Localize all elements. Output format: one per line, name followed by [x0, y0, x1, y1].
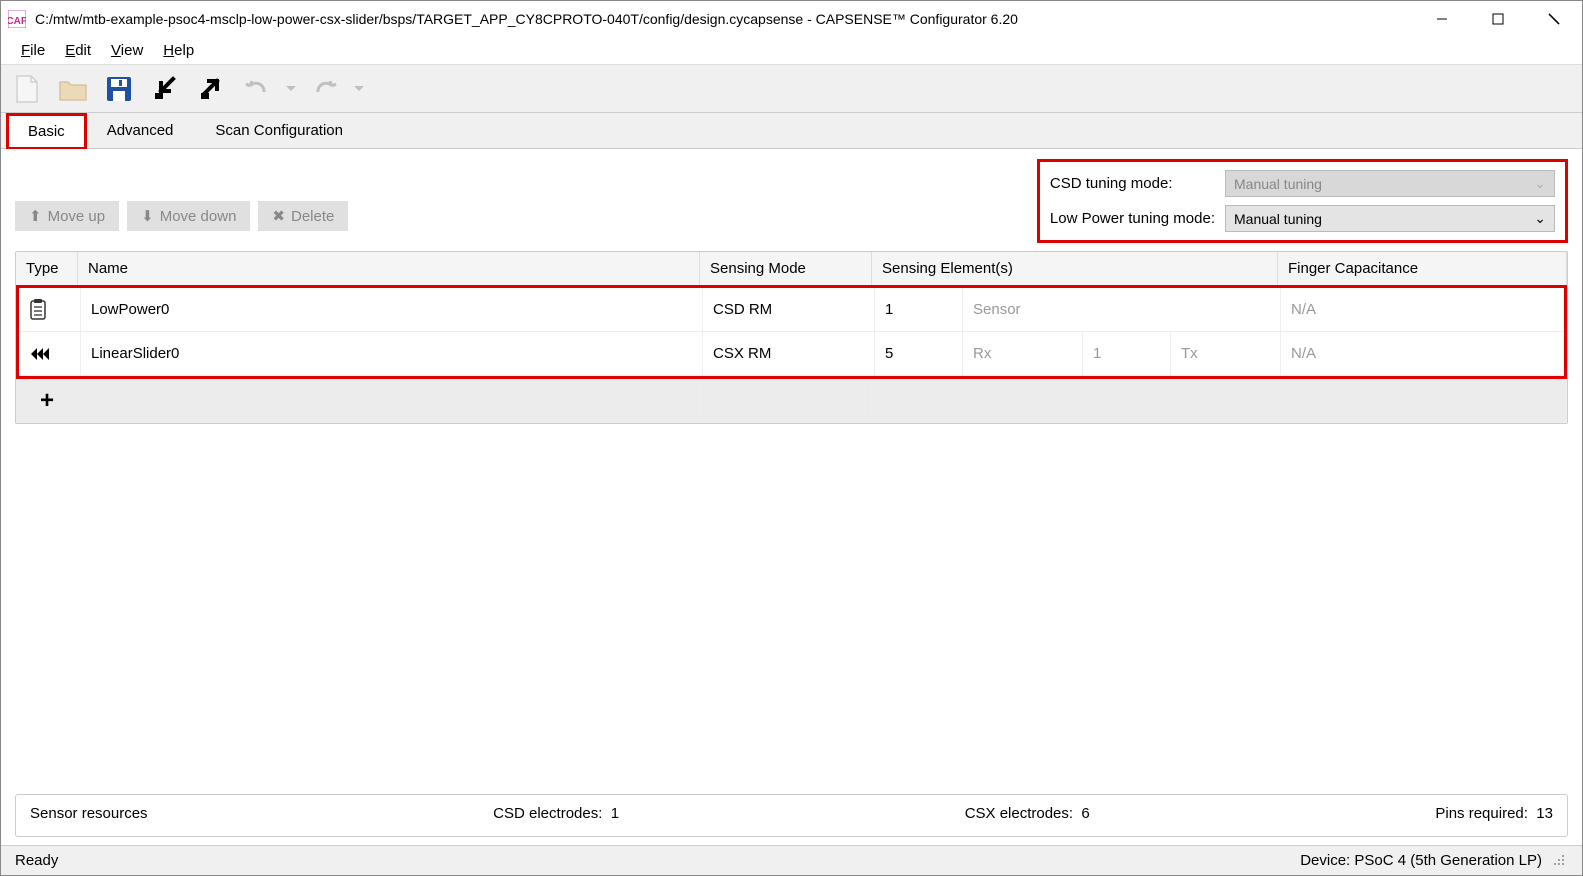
element-tx-label-cell: Tx — [1171, 332, 1281, 375]
sensing-mode-cell[interactable]: CSX RM — [703, 332, 875, 375]
element-rx-count-cell[interactable]: 5 — [875, 332, 963, 375]
delete-label: Delete — [291, 208, 334, 225]
table-row[interactable]: LinearSlider0 CSX RM 5 Rx 1 Tx N/A — [19, 332, 1564, 376]
minimize-button[interactable] — [1414, 1, 1470, 37]
chevron-down-icon: ⌄ — [1534, 175, 1546, 192]
widget-name-cell[interactable]: LowPower0 — [81, 288, 703, 331]
lp-tuning-label: Low Power tuning mode: — [1050, 210, 1215, 227]
menu-help[interactable]: Help — [153, 39, 204, 62]
menu-file[interactable]: File — [11, 39, 55, 62]
move-up-label: Move up — [48, 208, 106, 225]
tab-basic[interactable]: Basic — [7, 114, 86, 149]
tab-advanced[interactable]: Advanced — [86, 113, 195, 148]
maximize-button[interactable] — [1470, 1, 1526, 37]
delete-icon: ✖ — [272, 207, 285, 225]
tab-bar: Basic Advanced Scan Configuration — [1, 113, 1582, 149]
col-name[interactable]: Name — [78, 252, 700, 285]
row-action-buttons: ⬆ Move up ⬇ Move down ✖ Delete — [15, 201, 348, 231]
tab-scan-configuration[interactable]: Scan Configuration — [194, 113, 364, 148]
csx-electrodes: CSX electrodes: 6 — [965, 805, 1090, 822]
chevron-down-icon: ⌄ — [1534, 210, 1546, 227]
finger-cap-cell: N/A — [1281, 332, 1564, 375]
export-icon[interactable] — [193, 71, 229, 107]
arrow-down-icon: ⬇ — [141, 207, 154, 225]
grid-body: LowPower0 CSD RM 1 Sensor N/A LinearSlid… — [16, 285, 1567, 379]
redo-dropdown-icon[interactable] — [353, 71, 365, 107]
main-panel: ⬆ Move up ⬇ Move down ✖ Delete CSD tunin… — [1, 149, 1582, 845]
col-type[interactable]: Type — [16, 252, 78, 285]
window-controls — [1414, 1, 1582, 37]
element-tx-count-cell[interactable]: 1 — [1083, 332, 1171, 375]
sensor-resources-panel: Sensor resources CSD electrodes: 1 CSX e… — [15, 794, 1568, 837]
app-icon: CAP — [7, 9, 27, 29]
save-icon[interactable] — [101, 71, 137, 107]
resources-legend: Sensor resources — [30, 805, 148, 822]
add-row[interactable]: + — [16, 379, 1567, 423]
csd-tuning-select[interactable]: Manual tuning ⌄ — [1225, 170, 1555, 197]
move-down-label: Move down — [160, 208, 237, 225]
new-file-icon[interactable] — [9, 71, 45, 107]
close-button[interactable] — [1526, 1, 1582, 37]
widget-grid: Type Name Sensing Mode Sensing Element(s… — [15, 251, 1568, 786]
widget-type-icon — [19, 332, 81, 375]
top-controls: ⬆ Move up ⬇ Move down ✖ Delete CSD tunin… — [15, 159, 1568, 243]
undo-dropdown-icon[interactable] — [285, 71, 297, 107]
lp-tuning-value: Manual tuning — [1234, 211, 1322, 227]
status-device: Device: PSoC 4 (5th Generation LP) — [1300, 852, 1542, 869]
menu-edit[interactable]: Edit — [55, 39, 101, 62]
open-file-icon[interactable] — [55, 71, 91, 107]
element-type-cell: Sensor — [963, 288, 1281, 331]
redo-icon[interactable] — [307, 71, 343, 107]
pins-required: Pins required: 13 — [1435, 805, 1553, 822]
arrow-up-icon: ⬆ — [29, 207, 42, 225]
status-bar: Ready Device: PSoC 4 (5th Generation LP) — [1, 845, 1582, 875]
title-bar: CAP C:/mtw/mtb-example-psoc4-msclp-low-p… — [1, 1, 1582, 37]
add-icon: + — [16, 379, 78, 422]
toolbar — [1, 65, 1582, 113]
col-sensing-mode[interactable]: Sensing Mode — [700, 252, 872, 285]
element-count-cell[interactable]: 1 — [875, 288, 963, 331]
menu-bar: File Edit View Help — [1, 37, 1582, 65]
widget-name-cell[interactable]: LinearSlider0 — [81, 332, 703, 375]
csd-tuning-value: Manual tuning — [1234, 176, 1322, 192]
element-rx-label-cell: Rx — [963, 332, 1083, 375]
menu-view[interactable]: View — [101, 39, 153, 62]
col-finger-capacitance[interactable]: Finger Capacitance — [1278, 252, 1567, 285]
table-row[interactable]: LowPower0 CSD RM 1 Sensor N/A — [19, 288, 1564, 332]
window-title: C:/mtw/mtb-example-psoc4-msclp-low-power… — [35, 11, 1414, 27]
sensing-mode-cell[interactable]: CSD RM — [703, 288, 875, 331]
finger-cap-cell: N/A — [1281, 288, 1564, 331]
col-sensing-elements[interactable]: Sensing Element(s) — [872, 252, 1278, 285]
widget-type-icon — [19, 288, 81, 331]
move-down-button[interactable]: ⬇ Move down — [127, 201, 250, 231]
import-icon[interactable] — [147, 71, 183, 107]
csd-tuning-label: CSD tuning mode: — [1050, 175, 1215, 192]
lp-tuning-select[interactable]: Manual tuning ⌄ — [1225, 205, 1555, 232]
svg-text:CAP: CAP — [8, 16, 26, 27]
delete-button[interactable]: ✖ Delete — [258, 201, 348, 231]
tuning-mode-panel: CSD tuning mode: Manual tuning ⌄ Low Pow… — [1037, 159, 1568, 243]
move-up-button[interactable]: ⬆ Move up — [15, 201, 119, 231]
grid-header: Type Name Sensing Mode Sensing Element(s… — [16, 252, 1567, 285]
status-ready: Ready — [15, 852, 58, 869]
csd-electrodes: CSD electrodes: 1 — [493, 805, 619, 822]
app-window: CAP C:/mtw/mtb-example-psoc4-msclp-low-p… — [0, 0, 1583, 876]
resize-grip-icon[interactable] — [1552, 853, 1568, 869]
undo-icon[interactable] — [239, 71, 275, 107]
